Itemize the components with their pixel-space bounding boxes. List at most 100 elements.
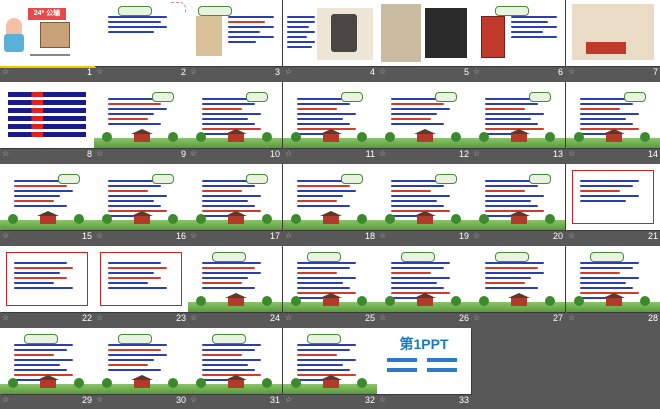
slide-preview[interactable]: [471, 82, 565, 148]
slide-thumbnail[interactable]: ☆ 2: [94, 0, 188, 81]
slide-preview[interactable]: 第1PPT: [377, 328, 471, 394]
slide-text-lines: [14, 180, 80, 210]
slide-preview[interactable]: [566, 164, 660, 230]
slide-thumbnail[interactable]: ☆ 25: [283, 246, 377, 327]
tree-icon: [291, 378, 301, 388]
section-tag: [590, 252, 624, 262]
slide-thumbnail[interactable]: ☆ 27: [471, 246, 565, 327]
slide-text-lines: [108, 98, 174, 128]
slide-thumbnail[interactable]: ☆ 4: [283, 0, 377, 81]
slide-text-lines: [511, 16, 557, 41]
slide-preview[interactable]: [471, 246, 565, 312]
slide-text-lines: [485, 262, 551, 292]
slide-thumbnail[interactable]: ☆ 18: [283, 164, 377, 245]
slide-thumbnail[interactable]: ☆ 8: [0, 82, 94, 163]
slide-thumbnail[interactable]: ☆ 13: [471, 82, 565, 163]
ppt-logo: 第1PPT: [399, 336, 449, 352]
slide-preview[interactable]: [188, 0, 282, 66]
slide-thumbnail[interactable]: ☆ 19: [377, 164, 471, 245]
house-icon: [131, 375, 153, 388]
slide-preview[interactable]: [566, 0, 660, 66]
star-icon: ☆: [285, 231, 293, 240]
slide-thumbnail[interactable]: ☆ 26: [377, 246, 471, 327]
slide-preview[interactable]: [471, 0, 565, 66]
slide-thumbnail[interactable]: ☆ 17: [188, 164, 282, 245]
slide-preview[interactable]: [377, 0, 471, 66]
slide-preview[interactable]: [94, 82, 188, 148]
section-tag: [152, 174, 174, 184]
slide-preview[interactable]: [94, 328, 188, 394]
slide-thumbnail[interactable]: ☆ 9: [94, 82, 188, 163]
slide-thumbnail[interactable]: ☆ 16: [94, 164, 188, 245]
slide-thumbnail[interactable]: ☆ 6: [471, 0, 565, 81]
slide-text-lines: [580, 180, 646, 205]
slide-preview[interactable]: [283, 0, 377, 66]
slide-thumbnail[interactable]: ☆ 21: [566, 164, 660, 245]
slide-number: 11: [365, 149, 375, 159]
tree-icon: [262, 214, 272, 224]
house-icon: [320, 375, 342, 388]
slide-number: 18: [364, 231, 375, 241]
slide-number: 3: [274, 67, 280, 77]
slide-preview[interactable]: [188, 82, 282, 148]
slide-preview[interactable]: [566, 82, 660, 148]
slide-thumbnail[interactable]: 第1PPT ☆ 33: [377, 328, 471, 409]
slide-preview[interactable]: [0, 328, 94, 394]
slide-preview[interactable]: 24* 公输: [0, 0, 96, 68]
slide-thumbnail[interactable]: ☆ 28: [566, 246, 660, 327]
house-icon: [320, 293, 342, 306]
slide-preview[interactable]: [283, 82, 377, 148]
slide-thumbnail[interactable]: ☆ 3: [188, 0, 282, 81]
slide-thumbnail[interactable]: ☆ 10: [188, 82, 282, 163]
slide-number: 30: [175, 395, 186, 405]
slide-thumbnail[interactable]: 24* 公输 ☆ 1: [0, 0, 96, 81]
slide-thumbnail[interactable]: ☆ 7: [566, 0, 660, 81]
star-icon: ☆: [190, 231, 198, 240]
slide-thumbnail[interactable]: ☆ 12: [377, 82, 471, 163]
slide-preview[interactable]: [283, 328, 377, 394]
tree-icon: [479, 132, 489, 142]
book-image: [481, 16, 505, 58]
slide-preview[interactable]: [188, 328, 282, 394]
slide-preview[interactable]: [566, 246, 660, 312]
slide-preview[interactable]: [377, 164, 471, 230]
slide-thumbnail[interactable]: ☆ 23: [94, 246, 188, 327]
slide-preview[interactable]: [94, 0, 188, 66]
house-icon: [320, 211, 342, 224]
slide-preview[interactable]: [0, 164, 94, 230]
slide-thumbnail[interactable]: ☆ 15: [0, 164, 94, 245]
slide-thumbnail[interactable]: ☆ 29: [0, 328, 94, 409]
slide-thumbnail[interactable]: ☆ 24: [188, 246, 282, 327]
star-icon: ☆: [96, 67, 104, 76]
slide-thumbnail[interactable]: ☆ 30: [94, 328, 188, 409]
slide-thumbnail[interactable]: ☆ 11: [283, 82, 377, 163]
slide-thumbnail[interactable]: ☆ 22: [0, 246, 94, 327]
slide-thumbnail[interactable]: ☆ 32: [283, 328, 377, 409]
tree-icon: [385, 214, 395, 224]
tree-icon: [479, 296, 489, 306]
slide-thumbnail[interactable]: ☆ 14: [566, 82, 660, 163]
slide-preview[interactable]: [471, 164, 565, 230]
section-tag: [246, 174, 268, 184]
slide-thumbnail[interactable]: ☆ 31: [188, 328, 282, 409]
tree-icon: [574, 132, 584, 142]
slide-thumbnail[interactable]: ☆ 20: [471, 164, 565, 245]
slide-number: 21: [647, 231, 658, 241]
slide-thumbnail[interactable]: ☆ 5: [377, 0, 471, 81]
slide-preview[interactable]: [0, 82, 94, 148]
tree-icon: [385, 296, 395, 306]
slide-preview[interactable]: [283, 164, 377, 230]
slide-preview[interactable]: [377, 246, 471, 312]
slide-preview[interactable]: [283, 246, 377, 312]
star-icon: ☆: [285, 313, 293, 322]
slide-preview[interactable]: [0, 246, 94, 312]
slide-number: 5: [463, 67, 469, 77]
slide-preview[interactable]: [94, 246, 188, 312]
slide-preview[interactable]: [188, 164, 282, 230]
slide-preview[interactable]: [94, 164, 188, 230]
section-tag: [118, 334, 152, 344]
tree-icon: [545, 296, 555, 306]
slide-preview[interactable]: [188, 246, 282, 312]
slide-preview[interactable]: [377, 82, 471, 148]
slide-number: 31: [269, 395, 280, 405]
